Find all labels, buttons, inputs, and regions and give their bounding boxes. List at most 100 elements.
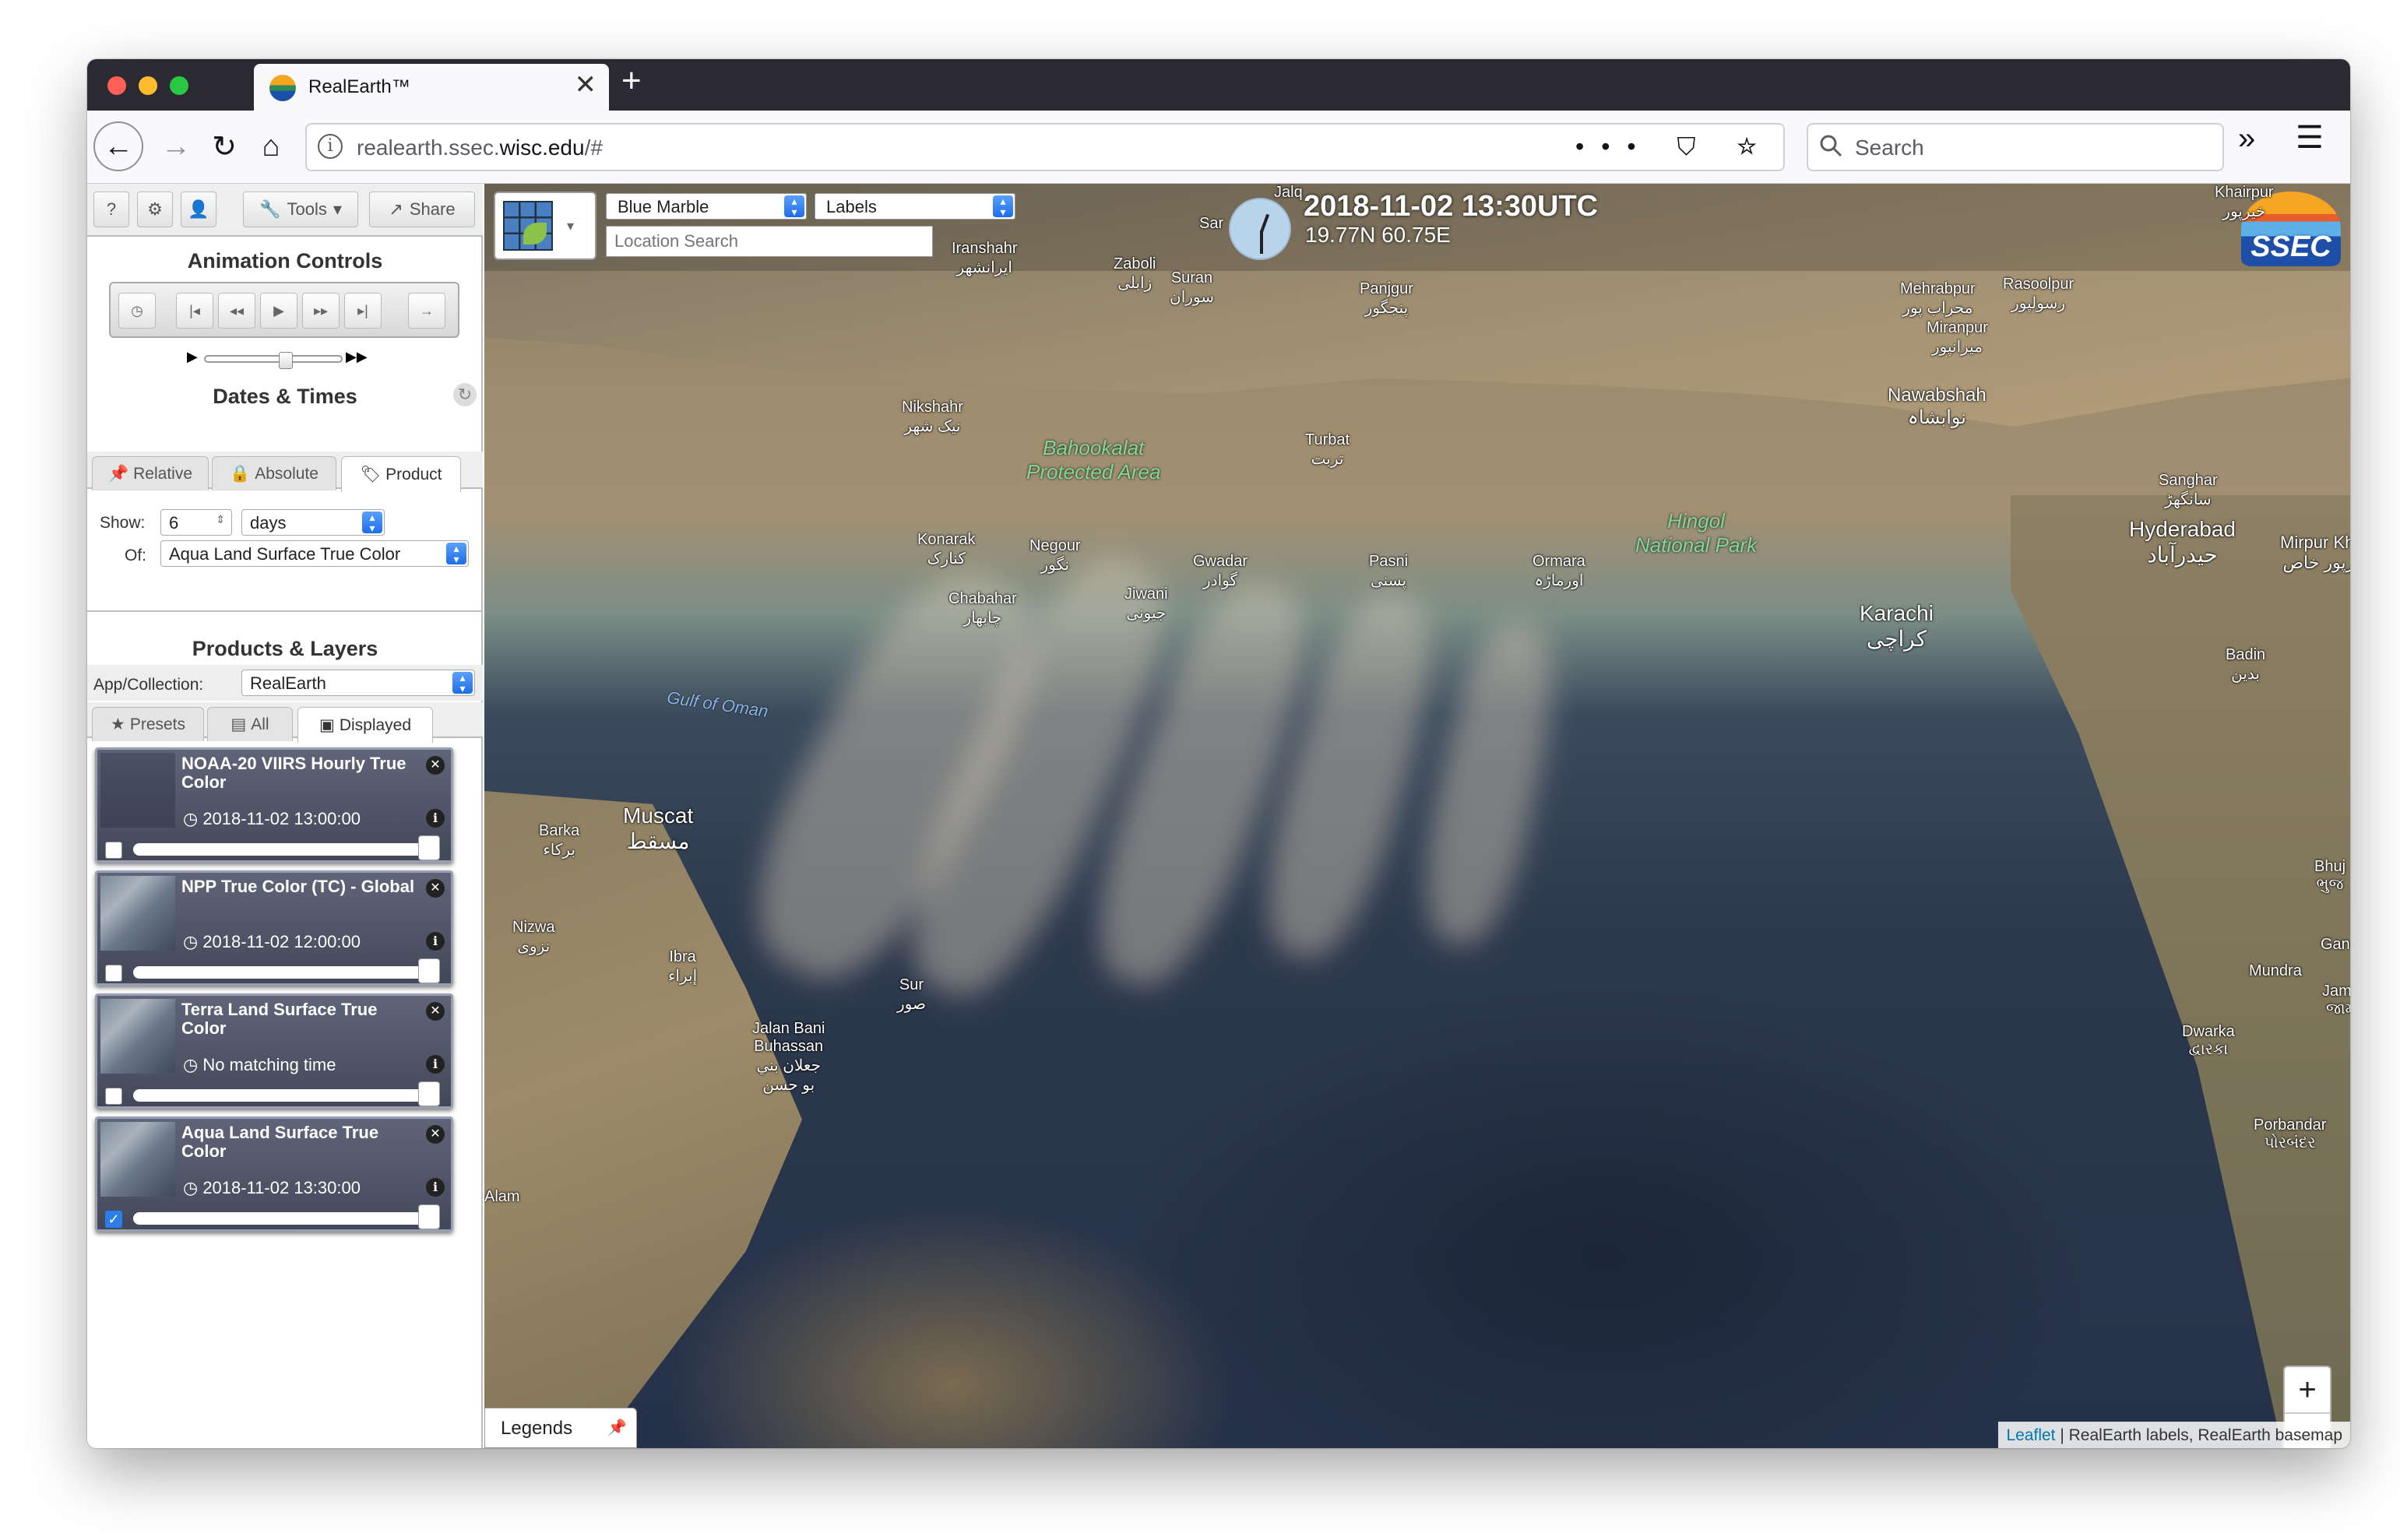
- layer-visibility-checkbox[interactable]: [105, 842, 122, 859]
- site-info-icon[interactable]: i: [318, 134, 343, 159]
- tab-displayed[interactable]: ▣ Displayed: [297, 707, 433, 743]
- info-icon[interactable]: i: [426, 1178, 445, 1197]
- labels-select[interactable]: Labels ▴ ▾: [815, 193, 1015, 220]
- forward-button[interactable]: →: [153, 123, 199, 170]
- layer-thumbnail: [100, 876, 175, 951]
- layer-visibility-checkbox[interactable]: ✓: [105, 1211, 122, 1228]
- speed-thumb[interactable]: [279, 352, 293, 369]
- new-tab-button[interactable]: +: [621, 62, 642, 100]
- info-icon[interactable]: i: [426, 809, 445, 828]
- layer-opacity-thumb[interactable]: [418, 1081, 440, 1106]
- satellite-map[interactable]: ▾ Blue Marble ▴▾ Labels ▴▾ 2018-11-02 13:3…: [484, 184, 2350, 1448]
- layer-opacity-thumb[interactable]: [418, 835, 440, 860]
- tab-absolute[interactable]: 🔒 Absolute: [212, 456, 336, 490]
- close-icon[interactable]: ✕: [426, 879, 445, 898]
- speed-slider[interactable]: ▶ ▶▶: [187, 349, 374, 369]
- zoom-in-button[interactable]: +: [2285, 1367, 2330, 1414]
- layer-visibility-checkbox[interactable]: [105, 965, 122, 982]
- minimize-window-button[interactable]: [139, 76, 157, 95]
- last-frame-button[interactable]: ▸|: [344, 293, 382, 329]
- water-label: Gulf of Oman: [665, 687, 770, 721]
- reload-icon: ↻: [212, 130, 237, 163]
- layer-opacity-slider[interactable]: [133, 1212, 429, 1225]
- app-collection-select[interactable]: RealEarth ▴ ▾: [241, 670, 475, 696]
- search-bar[interactable]: Search: [1807, 123, 2224, 171]
- layer-name: NPP True Color (TC) - Global: [181, 877, 415, 896]
- basemap-value: Blue Marble: [618, 197, 709, 216]
- tab-relative-label: Relative: [133, 464, 193, 483]
- address-bar[interactable]: i realearth.ssec.wisc.edu/# ••• ⛉ ☆: [305, 123, 1785, 171]
- tab-presets[interactable]: ★ Presets: [92, 707, 204, 741]
- layer-opacity-thumb[interactable]: [418, 1204, 440, 1229]
- clock-icon: ◷: [183, 932, 203, 951]
- page-actions-icons[interactable]: ••• ⛉ ☆: [1575, 132, 1774, 162]
- legends-tab[interactable]: Legends 📌: [484, 1408, 637, 1448]
- stepper-icon[interactable]: ⇕: [216, 513, 225, 526]
- show-count-input[interactable]: 6 ⇕: [160, 509, 232, 536]
- tab-relative[interactable]: 📌 Relative: [92, 456, 209, 490]
- tools-button[interactable]: 🔧 Tools ▾: [243, 192, 358, 227]
- url-text[interactable]: realearth.ssec.wisc.edu/#: [357, 135, 603, 160]
- close-window-button[interactable]: [107, 76, 126, 95]
- reload-button[interactable]: ↻: [201, 123, 248, 170]
- clock-icon: ◷: [183, 1055, 203, 1074]
- layer-card[interactable]: NOAA-20 VIIRS Hourly True Color ✕ ◷ 2018…: [95, 747, 453, 863]
- tab-all[interactable]: ▤ All: [207, 707, 293, 741]
- place-label: Konarak کنارک: [917, 531, 976, 568]
- pin-icon[interactable]: 📌: [607, 1418, 627, 1437]
- select-arrows-icon: ▴ ▾: [362, 512, 382, 533]
- place-label: Nizwa نزوى: [512, 919, 555, 955]
- close-icon[interactable]: ✕: [426, 1125, 445, 1144]
- leaflet-link[interactable]: Leaflet: [2006, 1426, 2055, 1444]
- tab-displayed-label: Displayed: [339, 716, 412, 734]
- basemap-select[interactable]: Blue Marble ▴ ▾: [606, 193, 807, 220]
- first-frame-button[interactable]: |◂: [176, 293, 213, 329]
- layer-opacity-slider[interactable]: [133, 966, 429, 979]
- unit-value: days: [250, 513, 287, 533]
- back-button[interactable]: ←: [93, 121, 143, 171]
- settings-button[interactable]: ⚙: [137, 192, 173, 227]
- step-back-button[interactable]: ◂◂: [218, 293, 255, 329]
- browser-tab[interactable]: RealEarth™ ✕: [254, 64, 609, 111]
- play-button[interactable]: ▶: [260, 293, 297, 329]
- layer-opacity-thumb[interactable]: [418, 958, 440, 983]
- refresh-icon[interactable]: ↻: [453, 383, 477, 406]
- close-icon[interactable]: ✕: [426, 756, 445, 775]
- fast-icon: ▶▶: [346, 349, 368, 364]
- layer-time: ◷ 2018-11-02 13:30:00: [183, 1178, 361, 1198]
- layer-switcher-button[interactable]: ▾: [494, 192, 596, 260]
- tab-presets-label: Presets: [129, 715, 186, 733]
- place-label: Ormara اورماڑہ: [1533, 553, 1585, 589]
- dates-times-title: Dates & Times: [213, 385, 357, 408]
- layer-card[interactable]: Terra Land Surface True Color ✕ ◷ No mat…: [95, 993, 453, 1109]
- place-label: Zaboli زابلی: [1114, 255, 1156, 292]
- unit-select[interactable]: days ▴ ▾: [241, 509, 385, 536]
- layer-visibility-checkbox[interactable]: [105, 1088, 122, 1105]
- layer-card[interactable]: Aqua Land Surface True Color ✕ ◷ 2018-11…: [95, 1116, 453, 1232]
- place-label: Rasoolpur رسولپور: [2003, 276, 2074, 312]
- user-button[interactable]: 👤: [181, 192, 216, 227]
- step-next-button[interactable]: →: [408, 293, 445, 329]
- share-button[interactable]: ↗ Share: [369, 192, 475, 227]
- layer-opacity-slider[interactable]: [133, 1089, 429, 1102]
- tab-product[interactable]: 🏷 Product: [341, 456, 461, 492]
- product-select[interactable]: Aqua Land Surface True Color ▴ ▾: [160, 540, 469, 567]
- info-icon[interactable]: i: [426, 932, 445, 951]
- speed-track[interactable]: [204, 352, 343, 369]
- tag-icon: 🏷: [360, 465, 382, 483]
- close-icon[interactable]: ✕: [426, 1002, 445, 1021]
- clock-button[interactable]: ◷: [118, 293, 156, 329]
- zoom-window-button[interactable]: [170, 76, 188, 95]
- overflow-chevron-icon[interactable]: »: [2238, 121, 2255, 156]
- layer-opacity-slider[interactable]: [133, 843, 429, 856]
- info-icon[interactable]: i: [426, 1055, 445, 1074]
- location-search-input[interactable]: [606, 226, 933, 257]
- star-icon: ★: [110, 716, 125, 733]
- home-button[interactable]: ⌂: [248, 123, 294, 170]
- tab-close-icon[interactable]: ✕: [575, 72, 597, 98]
- layer-card[interactable]: NPP True Color (TC) - Global ✕ ◷ 2018-11…: [95, 870, 453, 986]
- hamburger-menu-icon[interactable]: ☰: [2296, 120, 2324, 156]
- dates-tabs: 📌 Relative 🔒 Absolute 🏷 Product: [87, 452, 483, 492]
- help-button[interactable]: ?: [93, 192, 129, 227]
- step-forward-button[interactable]: ▸▸: [302, 293, 340, 329]
